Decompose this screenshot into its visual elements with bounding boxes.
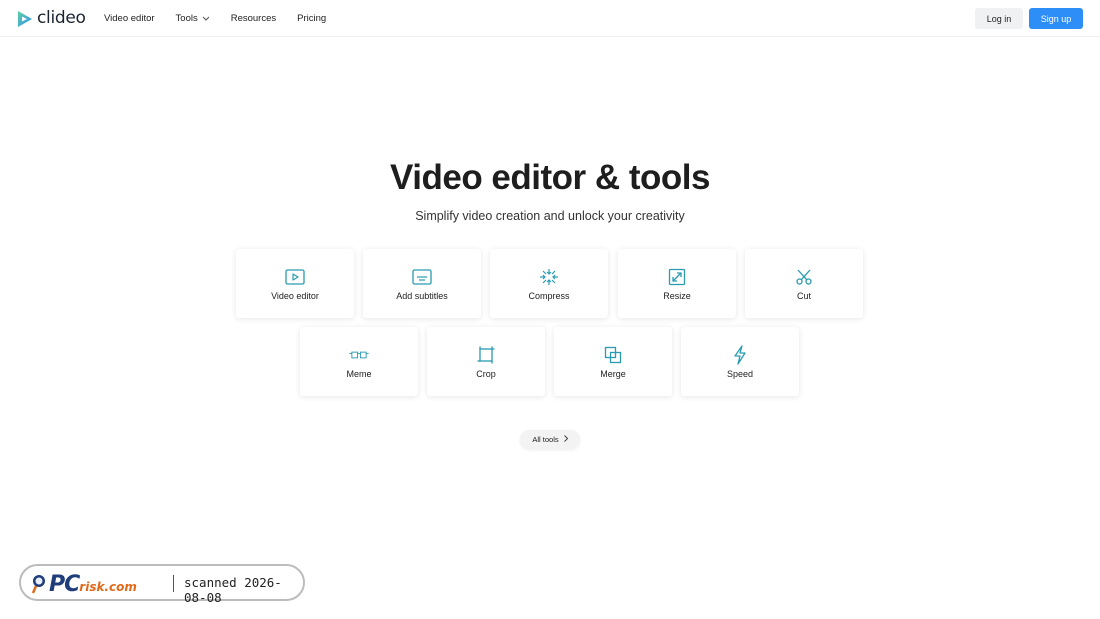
all-tools-button[interactable]: All tools [520, 430, 580, 449]
tool-label: Video editor [271, 291, 319, 301]
tool-card-resize[interactable]: Resize [618, 249, 736, 318]
nav-label: Pricing [297, 13, 327, 24]
tool-card-meme[interactable]: Meme [300, 327, 418, 396]
nav-label: Resources [230, 13, 277, 24]
chevron-down-icon [202, 13, 210, 24]
nav-label: Video editor [104, 13, 155, 24]
top-navigation-bar: clideo Video editor Tools Resources Pric… [0, 0, 1100, 37]
subtitles-icon [412, 268, 432, 286]
scissors-icon [794, 268, 814, 286]
meme-icon [349, 346, 369, 364]
main-nav: Video editor Tools Resources Pricing [104, 0, 347, 37]
page-subtitle: Simplify video creation and unlock your … [415, 209, 685, 223]
scan-watermark-badge: PC risk.com scanned 2026-08-08 [19, 564, 305, 605]
resize-icon [667, 268, 687, 286]
signup-button[interactable]: Sign up [1029, 8, 1083, 29]
nav-tools[interactable]: Tools [176, 13, 210, 24]
crop-icon [476, 346, 496, 364]
lightning-icon [730, 345, 750, 365]
magnifier-icon [31, 575, 45, 594]
nav-video-editor[interactable]: Video editor [104, 13, 155, 24]
pcrisk-risk: risk.com [79, 580, 137, 594]
pcrisk-pc: PC [49, 571, 80, 597]
tool-card-video-editor[interactable]: Video editor [236, 249, 354, 318]
tool-label: Crop [476, 369, 496, 379]
tool-card-compress[interactable]: Compress [490, 249, 608, 318]
tool-label: Speed [726, 369, 754, 379]
clideo-logo[interactable]: clideo [17, 9, 86, 28]
tool-label: Compress [528, 291, 570, 301]
nav-pricing[interactable]: Pricing [297, 13, 326, 24]
pcrisk-logo: PC risk.com [31, 571, 137, 597]
tool-label: Cut [796, 291, 811, 301]
tool-label: Meme [346, 369, 372, 379]
tool-label: Resize [663, 291, 691, 301]
tool-card-cut[interactable]: Cut [745, 249, 863, 318]
all-tools-label: All tools [532, 435, 559, 444]
tool-card-merge[interactable]: Merge [554, 327, 672, 396]
compress-icon [539, 268, 559, 286]
scan-date-text: scanned 2026-08-08 [184, 575, 282, 605]
page-title: Video editor & tools [390, 158, 710, 197]
tool-label: Merge [600, 369, 626, 379]
merge-icon [603, 346, 623, 364]
badge-divider [173, 575, 174, 592]
tool-label: Add subtitles [396, 291, 448, 301]
nav-resources[interactable]: Resources [231, 13, 276, 24]
tool-card-speed[interactable]: Speed [681, 327, 799, 396]
chevron-right-icon [563, 435, 568, 444]
nav-label: Tools [175, 13, 198, 24]
brand-name: clideo [37, 8, 86, 28]
tool-card-crop[interactable]: Crop [427, 327, 545, 396]
clideo-logo-icon [18, 10, 32, 27]
tool-card-add-subtitles[interactable]: Add subtitles [363, 249, 481, 318]
play-icon [285, 268, 305, 286]
login-button[interactable]: Log in [975, 8, 1023, 29]
